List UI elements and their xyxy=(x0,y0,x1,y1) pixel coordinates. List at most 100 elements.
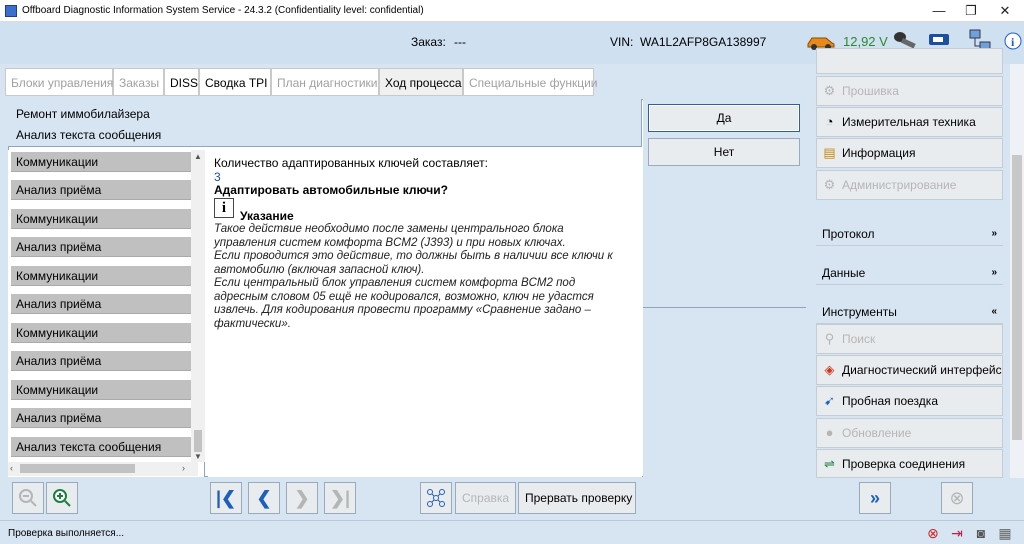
order-label: Заказ: xyxy=(411,35,446,49)
diagnostic-interface-button[interactable]: ◈ Диагностический интерфейс xyxy=(816,355,1003,385)
note-line: автомобилю (включая запасной ключ). xyxy=(214,264,425,276)
scroll-left-icon[interactable]: ‹ xyxy=(10,463,13,473)
first-step-icon[interactable]: |❮ xyxy=(210,482,242,514)
zoom-in-icon[interactable] xyxy=(46,482,78,514)
scroll-right-icon[interactable]: › xyxy=(182,463,185,473)
tab-diss[interactable]: DISS xyxy=(164,68,199,96)
right-panel: ⚙ Прошивка ◔ Измерительная техника ▤ Информ… xyxy=(809,48,1010,478)
list-item[interactable]: Анализ приёма xyxy=(11,237,198,257)
tab-tpi-summary[interactable]: Сводка TPI xyxy=(199,68,271,96)
list-item[interactable]: Коммуникации xyxy=(11,323,198,343)
firmware-button: ⚙ Прошивка xyxy=(816,76,1003,106)
button-label: Информация xyxy=(842,146,916,160)
measuring-equipment-button[interactable]: ◔ Измерительная техника xyxy=(816,107,1003,137)
breadcrumb-item: Анализ текста сообщения xyxy=(16,128,162,142)
note-line: Если проводится это действие, то должны … xyxy=(214,250,613,262)
scroll-up-icon[interactable]: ▲ xyxy=(194,152,202,161)
zoom-out-icon xyxy=(12,482,44,514)
note-line: Такое действие необходимо после замены ц… xyxy=(214,223,564,235)
flash-icon: ⚙ xyxy=(823,83,836,98)
button-label: Обновление xyxy=(842,426,912,440)
window-title: Offboard Diagnostic Information System S… xyxy=(22,5,424,16)
vin-value: WA1L2AFP8GA138997 xyxy=(640,35,767,49)
search-icon: ⚲ xyxy=(824,331,835,346)
divider xyxy=(643,307,806,308)
message-text: Количество адаптированных ключей составл… xyxy=(214,156,488,170)
list-item[interactable]: Анализ приёма xyxy=(11,351,198,371)
app-icon xyxy=(5,5,17,17)
list-item[interactable]: Коммуникации xyxy=(11,266,198,286)
scrollbar-thumb[interactable] xyxy=(1012,155,1022,440)
list-item[interactable]: Коммуникации xyxy=(11,380,198,400)
button-label: Поиск xyxy=(842,332,876,346)
breadcrumb-item: Ремонт иммобилайзера xyxy=(16,107,150,121)
previous-step-icon[interactable]: ❮ xyxy=(248,482,280,514)
list-item[interactable]: Коммуникации xyxy=(11,209,198,229)
status-bar: Проверка выполняется... ⊗ ⇥ ◙ ▦ xyxy=(0,520,1024,544)
info-icon[interactable]: i xyxy=(1004,32,1022,50)
protocol-section-header[interactable]: Протокол » xyxy=(816,222,1003,246)
scrollbar-thumb[interactable] xyxy=(194,430,202,452)
test-drive-button[interactable]: ➹ Пробная поездка xyxy=(816,386,1003,416)
right-panel-item xyxy=(816,48,1003,74)
last-step-icon: ❯| xyxy=(324,482,356,514)
cancel-icon: ⊗ xyxy=(941,482,973,514)
info-icon: i xyxy=(214,198,234,218)
abort-test-button[interactable]: Прервать проверку xyxy=(518,482,636,514)
no-button[interactable]: Нет xyxy=(648,138,800,166)
list-item[interactable]: Анализ приёма xyxy=(11,180,198,200)
vertical-scrollbar[interactable] xyxy=(191,150,205,462)
update-icon: ● xyxy=(825,425,834,440)
next-step-icon: ❯ xyxy=(286,482,318,514)
minimize-button[interactable]: — xyxy=(924,0,954,22)
step-list[interactable]: Коммуникации Анализ приёма Коммуникации … xyxy=(8,150,205,477)
camera-icon[interactable]: ◙ xyxy=(972,524,990,542)
expand-icon: » xyxy=(991,267,997,278)
connection-icon: ⇌ xyxy=(824,456,835,471)
search-button: ⚲ Поиск xyxy=(816,324,1003,354)
note-line: Если центральный блок управления систем … xyxy=(214,277,576,289)
collapse-icon: « xyxy=(991,306,997,317)
button-label: Диагностический интерфейс xyxy=(842,363,1002,377)
admin-icon: ⚙ xyxy=(823,177,836,192)
maximize-button[interactable]: ❐ xyxy=(956,0,986,22)
data-section-header[interactable]: Данные » xyxy=(816,261,1003,285)
section-label: Инструменты xyxy=(822,305,897,319)
tab-process[interactable]: Ход процесса xyxy=(379,68,463,96)
forward-icon[interactable]: » xyxy=(859,482,891,514)
order-value: --- xyxy=(454,35,466,49)
right-bottom-toolbar: » ⊗ xyxy=(809,478,1010,518)
help-button: Справка xyxy=(455,482,517,514)
expand-icon: » xyxy=(991,228,997,239)
test-drive-icon: ➹ xyxy=(824,393,835,408)
gauge-icon: ◔ xyxy=(825,114,834,129)
bottom-toolbar: |❮ ❮ ❯ ❯| Справка Прервать проверку xyxy=(0,478,806,518)
dialog-button-column: Да Нет xyxy=(643,99,806,477)
message-question: Адаптировать автомобильные ключи? xyxy=(214,183,448,197)
list-item[interactable]: Анализ приёма xyxy=(11,294,198,314)
book-icon: ▤ xyxy=(823,145,836,160)
update-button: ● Обновление xyxy=(816,418,1003,448)
button-label: Пробная поездка xyxy=(842,394,938,408)
section-label: Протокол xyxy=(822,227,875,241)
scrollbar-thumb[interactable] xyxy=(20,464,135,473)
information-button[interactable]: ▤ Информация xyxy=(816,138,1003,168)
exit-icon[interactable]: ⇥ xyxy=(948,524,966,542)
scroll-down-icon[interactable]: ▼ xyxy=(194,452,202,461)
close-button[interactable]: ✕ xyxy=(990,0,1020,22)
administration-button: ⚙ Администрирование xyxy=(816,170,1003,200)
list-item[interactable]: Анализ текста сообщения xyxy=(11,437,198,457)
note-line: управления систем комфорта BCM2 (J393) и… xyxy=(214,237,566,249)
tools-section-header[interactable]: Инструменты « xyxy=(816,300,1003,324)
yes-button[interactable]: Да xyxy=(648,104,800,132)
note-line: извлечь. Для кодирования провести програ… xyxy=(214,304,591,316)
stop-icon[interactable]: ⊗ xyxy=(924,524,942,542)
tab-control-units: Блоки управления xyxy=(5,68,113,96)
tab-diagnostic-plan: План диагностики xyxy=(271,68,379,96)
list-item[interactable]: Коммуникации xyxy=(11,152,198,172)
structure-icon[interactable] xyxy=(420,482,452,514)
list-item[interactable]: Анализ приёма xyxy=(11,408,198,428)
print-icon[interactable]: ▦ xyxy=(996,524,1014,542)
interface-icon: ◈ xyxy=(824,362,835,377)
connection-check-button[interactable]: ⇌ Проверка соединения xyxy=(816,449,1003,478)
